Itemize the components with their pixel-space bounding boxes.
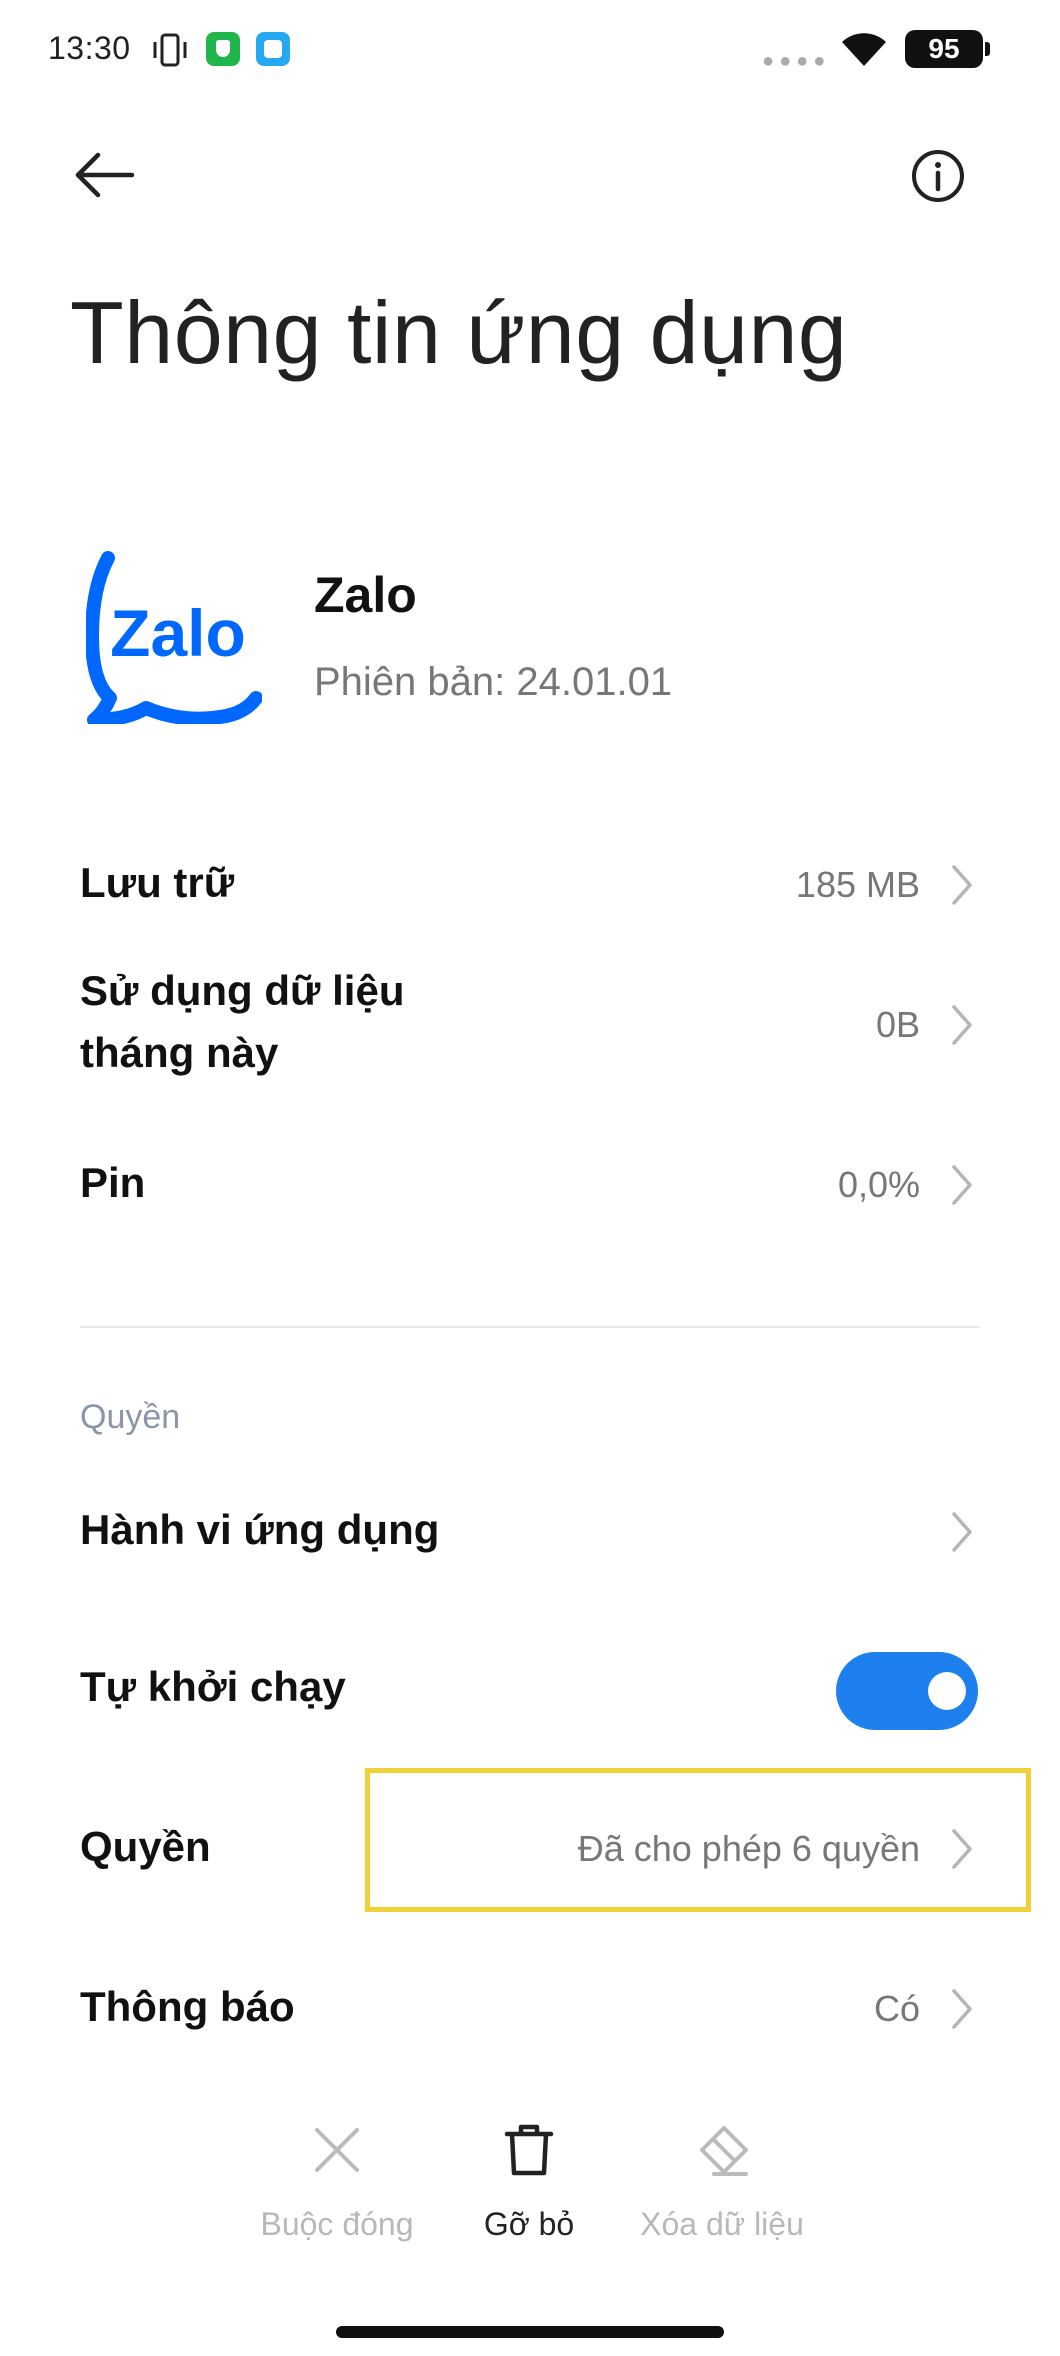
uninstall-label: Gỡ bỏ [483, 2206, 575, 2242]
uninstall-button[interactable]: Gỡ bỏ [454, 2122, 604, 2243]
battery-value: 0,0% [837, 1164, 920, 1205]
autostart-toggle[interactable] [836, 1652, 978, 1730]
app-notification-icon [256, 32, 290, 66]
chevron-right-icon [952, 1989, 972, 2029]
home-indicator[interactable] [336, 2326, 724, 2338]
chevron-right-icon [952, 1165, 972, 1205]
clear-data-button[interactable]: Xóa dữ liệu [622, 2122, 822, 2243]
app-name: Zalo [314, 567, 417, 623]
toggle-knob [928, 1672, 966, 1710]
close-x-icon [315, 2128, 359, 2172]
chevron-right-icon [952, 865, 972, 905]
battery-row[interactable]: Pin 0,0% [0, 1130, 1060, 1240]
shield-notification-icon [206, 32, 240, 66]
eraser-icon [700, 2126, 748, 2176]
section-divider [80, 1326, 980, 1328]
status-time: 13:30 [48, 30, 131, 66]
app-behavior-label: Hành vi ứng dụng [80, 1506, 440, 1553]
storage-row[interactable]: Lưu trữ 185 MB [0, 830, 1060, 940]
notifications-row[interactable]: Thông báo Có [0, 1954, 1060, 2064]
battery-icon: 95 [905, 30, 990, 68]
data-usage-label-line2: tháng này [80, 1029, 279, 1076]
data-usage-value: 0B [875, 1004, 920, 1045]
zalo-logo-icon: Zalo [86, 551, 262, 724]
chevron-right-icon [952, 1005, 972, 1045]
force-stop-label: Buộc đóng [260, 2206, 414, 2242]
permissions-section-title: Quyền [80, 1398, 181, 1436]
force-stop-button[interactable]: Buộc đóng [252, 2122, 422, 2243]
battery-label: Pin [80, 1159, 146, 1206]
zalo-logo-text: Zalo [110, 596, 246, 670]
app-version: Phiên bản: 24.01.01 [314, 660, 673, 704]
notifications-label: Thông báo [80, 1983, 295, 2030]
vibrate-icon [153, 33, 187, 67]
info-circle-icon[interactable] [910, 148, 966, 204]
storage-value: 185 MB [795, 864, 920, 905]
page-title: Thông tin ứng dụng [70, 283, 848, 382]
permissions-label: Quyền [80, 1823, 211, 1870]
data-usage-row[interactable]: Sử dụng dữ liệu tháng này 0B [0, 950, 1060, 1100]
signal-dots-icon: ●●●● [762, 50, 831, 72]
trash-icon [504, 2124, 554, 2176]
data-usage-label-line1: Sử dụng dữ liệu [80, 967, 405, 1014]
status-bar: 13:30 ●●●● 95 [0, 0, 1060, 100]
chevron-right-icon [952, 1512, 972, 1552]
highlight-box [365, 1768, 1031, 1912]
storage-label: Lưu trữ [80, 859, 235, 906]
notifications-value: Có [873, 1988, 920, 2029]
app-behavior-row[interactable]: Hành vi ứng dụng [0, 1475, 1060, 1585]
back-arrow-icon[interactable] [70, 140, 140, 210]
wifi-icon [842, 33, 886, 66]
autostart-label: Tự khởi chạy [80, 1663, 346, 1710]
clear-data-label: Xóa dữ liệu [640, 2206, 804, 2242]
